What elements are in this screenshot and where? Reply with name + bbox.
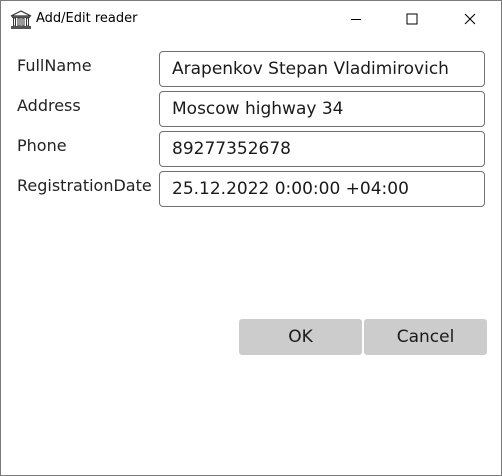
fullname-field[interactable] — [159, 51, 485, 87]
building-columns-icon — [10, 10, 32, 30]
registration-date-field[interactable] — [159, 171, 485, 207]
maximize-button[interactable] — [389, 1, 435, 38]
phone-label: Phone — [17, 136, 67, 155]
registration-date-label: RegistrationDate — [17, 176, 152, 195]
address-label: Address — [17, 96, 81, 115]
minimize-icon — [350, 10, 362, 29]
phone-field[interactable] — [159, 131, 485, 167]
close-button[interactable] — [447, 1, 493, 38]
fullname-label: FullName — [17, 56, 92, 75]
maximize-icon — [406, 10, 418, 29]
ok-button[interactable]: OK — [239, 319, 362, 355]
address-field[interactable] — [159, 91, 485, 127]
close-icon — [464, 10, 476, 29]
minimize-button[interactable] — [333, 1, 379, 38]
cancel-button[interactable]: Cancel — [364, 319, 487, 355]
add-edit-reader-window: Add/Edit reader FullName Address Phone R… — [0, 0, 502, 476]
window-title: Add/Edit reader — [36, 11, 138, 26]
title-bar[interactable]: Add/Edit reader — [1, 1, 501, 38]
